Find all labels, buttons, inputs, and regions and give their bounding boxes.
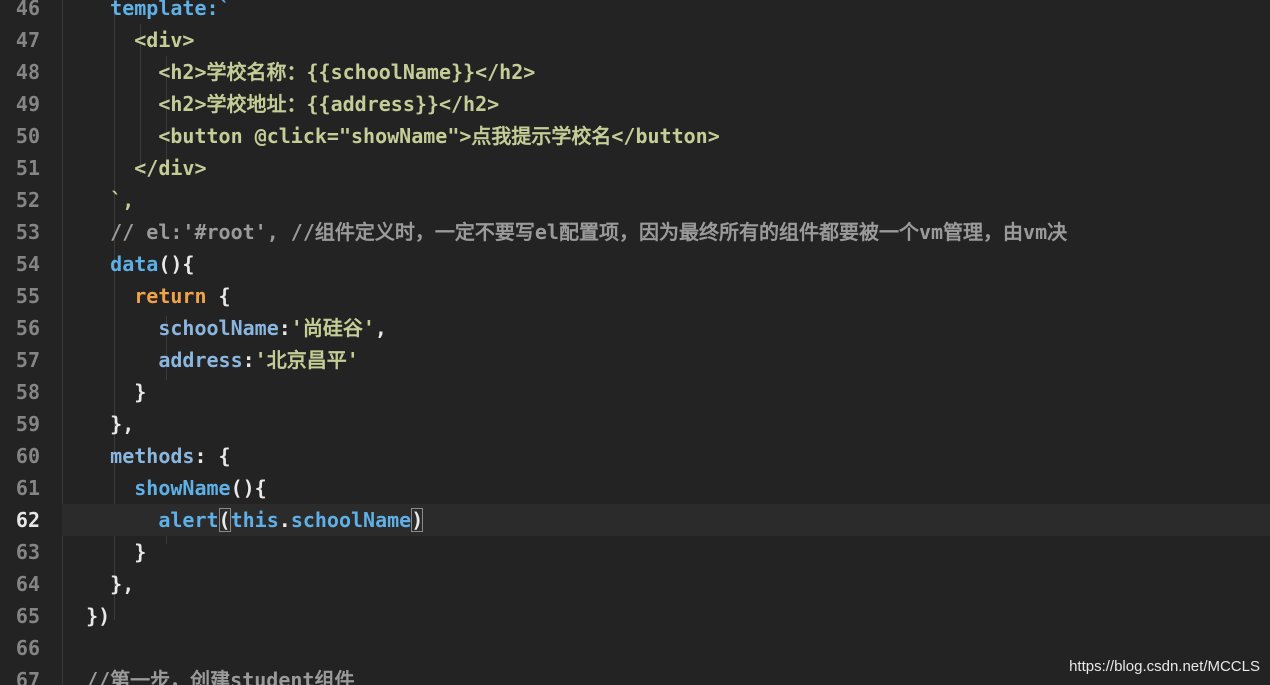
code-token: }, <box>62 572 135 596</box>
line-number: 59 <box>15 412 40 436</box>
line-number: 46 <box>15 0 40 20</box>
line-number: 48 <box>15 60 40 84</box>
code-token: }, <box>62 412 135 436</box>
line-number: 56 <box>15 316 40 340</box>
line-number: 51 <box>15 156 40 180</box>
code-line[interactable]: address:'北京昌平' <box>62 344 1270 376</box>
code-token: ( <box>218 508 231 532</box>
line-number: 50 <box>15 124 40 148</box>
code-token: <h2>学校地址：{{address}}</h2> <box>62 92 500 116</box>
code-token: </div> <box>62 156 207 180</box>
code-line[interactable]: } <box>62 376 1270 408</box>
line-number: 63 <box>15 540 40 564</box>
code-area[interactable]: template:` <div> <h2>学校名称：{{schoolName}}… <box>62 0 1270 685</box>
code-token: : <box>278 316 291 340</box>
code-token: '尚硅谷' <box>290 316 375 340</box>
code-token: //第一步，创建student组件 <box>62 668 355 685</box>
code-token: <div> <box>62 28 195 52</box>
code-line[interactable]: schoolName:'尚硅谷', <box>62 312 1270 344</box>
code-token: data <box>110 252 159 276</box>
code-token: return <box>134 284 207 308</box>
code-token: schoolName <box>158 316 279 340</box>
code-token: } <box>62 380 147 404</box>
code-line[interactable]: }, <box>62 568 1270 600</box>
line-number: 49 <box>15 92 40 116</box>
code-line[interactable]: }, <box>62 408 1270 440</box>
code-line[interactable]: template:` <box>62 0 1270 24</box>
code-line[interactable]: // el:'#root', //组件定义时，一定不要写el配置项，因为最终所有… <box>62 216 1270 248</box>
code-token: alert <box>158 508 219 532</box>
code-line[interactable]: `, <box>62 184 1270 216</box>
code-token: <button @click="showName">点我提示学校名</butto… <box>62 124 720 148</box>
code-line[interactable]: showName(){ <box>62 472 1270 504</box>
line-number: 58 <box>15 380 40 404</box>
code-token: (){ <box>158 252 195 276</box>
code-line[interactable]: } <box>62 536 1270 568</box>
code-token: `, <box>62 188 135 212</box>
code-token: showName <box>134 476 231 500</box>
code-token: template:` <box>62 0 231 20</box>
code-token: { <box>206 284 231 308</box>
code-token: : { <box>194 444 231 468</box>
code-line-current[interactable]: alert(this.schoolName) <box>62 504 1270 536</box>
line-number: 65 <box>15 604 40 628</box>
line-number: 54 <box>15 252 40 276</box>
line-number: 64 <box>15 572 40 596</box>
code-token: : <box>242 348 255 372</box>
code-token: '北京昌平' <box>254 348 359 372</box>
code-line[interactable]: }) <box>62 600 1270 632</box>
line-number: 47 <box>15 28 40 52</box>
line-number: 55 <box>15 284 40 308</box>
line-number: 57 <box>15 348 40 372</box>
line-number: 52 <box>15 188 40 212</box>
line-number: 60 <box>15 444 40 468</box>
line-number: 66 <box>15 636 40 660</box>
watermark-text: https://blog.csdn.net/MCCLS <box>1069 658 1260 675</box>
code-line[interactable]: data(){ <box>62 248 1270 280</box>
line-number-gutter: 46 47 48 49 50 51 52 53 54 55 56 57 58 59 60 61 62 63 64 65… <box>0 0 46 685</box>
code-token: // el:'#root', //组件定义时，一定不要写el配置项，因为最终所有… <box>62 220 1068 244</box>
code-token: } <box>62 540 147 564</box>
code-token: methods <box>110 444 195 468</box>
code-editor[interactable]: 46 47 48 49 50 51 52 53 54 55 56 57 58 59 60 61 62 63 64 65… <box>0 0 1270 685</box>
code-line[interactable]: <div> <box>62 24 1270 56</box>
line-number: 61 <box>15 476 40 500</box>
line-number: 62 <box>15 508 40 532</box>
code-token: , <box>374 316 387 340</box>
code-token: <h2>学校名称：{{schoolName}}</h2> <box>62 60 536 84</box>
code-line[interactable]: </div> <box>62 152 1270 184</box>
code-line[interactable]: return { <box>62 280 1270 312</box>
line-number: 53 <box>15 220 40 244</box>
code-token: ) <box>411 508 424 532</box>
code-line[interactable]: <h2>学校地址：{{address}}</h2> <box>62 88 1270 120</box>
code-token: address <box>158 348 243 372</box>
code-token: (){ <box>230 476 267 500</box>
code-line[interactable]: <button @click="showName">点我提示学校名</butto… <box>62 120 1270 152</box>
code-token: schoolName <box>290 508 412 532</box>
code-token: }) <box>62 604 111 628</box>
code-line[interactable]: <h2>学校名称：{{schoolName}}</h2> <box>62 56 1270 88</box>
code-line[interactable]: methods: { <box>62 440 1270 472</box>
code-token: this <box>230 508 279 532</box>
code-token: . <box>278 508 291 532</box>
line-number: 67 <box>15 668 40 685</box>
